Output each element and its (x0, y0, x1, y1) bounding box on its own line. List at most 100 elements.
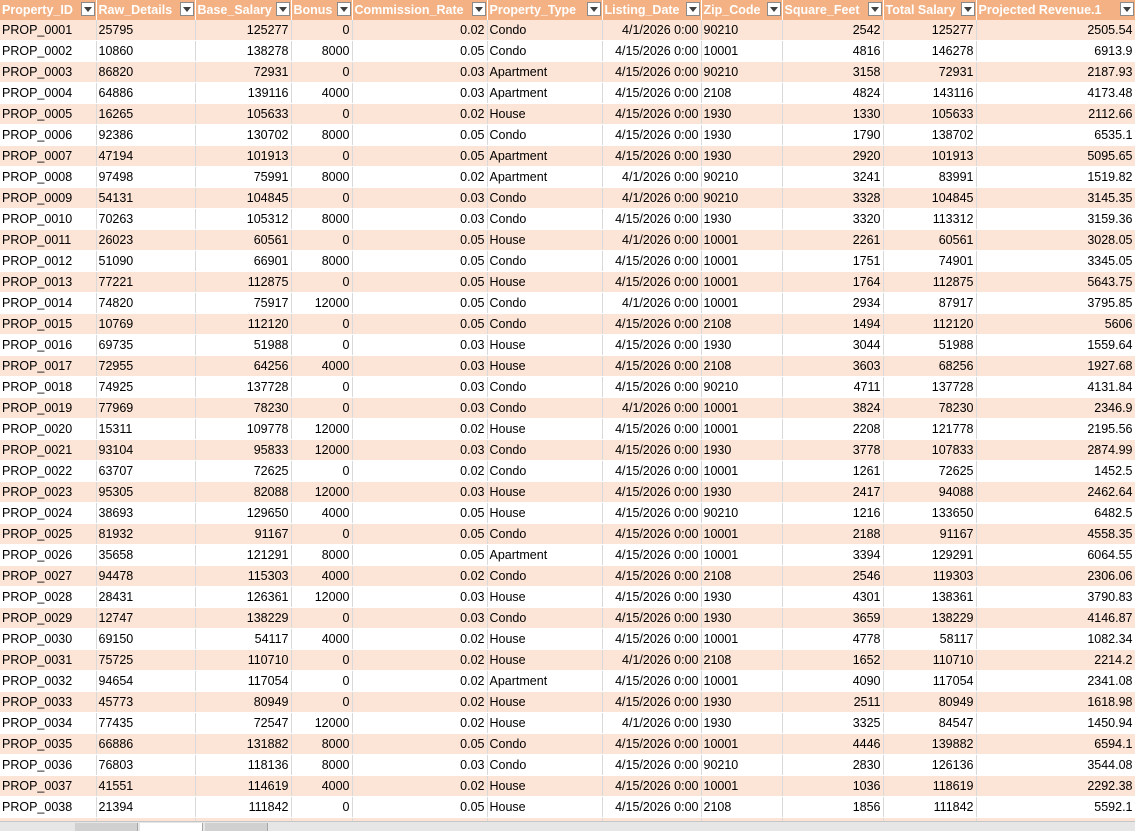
table-cell[interactable]: 0 (291, 103, 353, 125)
table-cell[interactable]: 8000 (291, 733, 353, 755)
table-cell[interactable]: 1790 (782, 124, 884, 146)
table-cell[interactable]: 10001 (701, 40, 783, 62)
table-cell[interactable]: Condo (487, 733, 603, 755)
table-cell[interactable]: 66886 (96, 733, 196, 755)
table-cell[interactable]: 0.03 (352, 61, 488, 83)
table-cell[interactable]: 2292.38 (976, 775, 1135, 797)
table-cell[interactable]: 77969 (96, 397, 196, 419)
table-cell[interactable]: 10860 (96, 40, 196, 62)
table-cell[interactable]: 117054 (195, 670, 292, 692)
table-cell[interactable]: 0.02 (352, 20, 488, 41)
table-cell[interactable]: PROP_0006 (0, 124, 97, 146)
table-cell[interactable]: 4/15/2026 0:00 (602, 754, 702, 776)
table-cell[interactable]: Apartment (487, 544, 603, 566)
table-cell[interactable]: 1930 (701, 439, 783, 461)
table-cell[interactable]: 0.03 (352, 208, 488, 230)
table-cell[interactable]: PROP_0023 (0, 481, 97, 503)
table-cell[interactable]: 138278 (195, 40, 292, 62)
table-cell[interactable]: 10001 (701, 733, 783, 755)
column-header[interactable]: Zip_Code (701, 0, 783, 20)
table-cell[interactable]: 90210 (701, 754, 783, 776)
table-cell[interactable]: 138702 (883, 124, 977, 146)
table-cell[interactable]: 2108 (701, 796, 783, 818)
table-cell[interactable]: House (487, 628, 603, 650)
table-cell[interactable]: 8000 (291, 754, 353, 776)
table-cell[interactable]: House (487, 775, 603, 797)
table-cell[interactable]: 105633 (883, 103, 977, 125)
table-cell[interactable]: 0.03 (352, 439, 488, 461)
table-cell[interactable]: Condo (487, 523, 603, 545)
table-cell[interactable]: 4/15/2026 0:00 (602, 145, 702, 167)
table-cell[interactable]: 114619 (195, 775, 292, 797)
table-cell[interactable]: 139116 (195, 82, 292, 104)
table-cell[interactable]: 72625 (883, 460, 977, 482)
table-cell[interactable]: 94088 (883, 481, 977, 503)
table-cell[interactable]: 6482.5 (976, 502, 1135, 524)
table-cell[interactable]: 0 (291, 523, 353, 545)
filter-dropdown-icon[interactable] (471, 2, 486, 16)
table-cell[interactable]: 2830 (782, 754, 884, 776)
table-cell[interactable]: 91167 (883, 523, 977, 545)
table-cell[interactable]: 4/15/2026 0:00 (602, 439, 702, 461)
table-cell[interactable]: 1764 (782, 271, 884, 293)
table-cell[interactable]: PROP_0013 (0, 271, 97, 293)
table-cell[interactable]: 78230 (195, 397, 292, 419)
table-cell[interactable]: 0.02 (352, 103, 488, 125)
table-cell[interactable]: 101913 (195, 145, 292, 167)
table-cell[interactable]: PROP_0016 (0, 334, 97, 356)
table-cell[interactable]: 0.05 (352, 40, 488, 62)
table-cell[interactable]: 1494 (782, 313, 884, 335)
table-cell[interactable]: 137728 (883, 376, 977, 398)
table-cell[interactable]: 10001 (701, 292, 783, 314)
column-header[interactable]: Projected Revenue.1 (976, 0, 1135, 20)
column-header[interactable]: Property_Type (487, 0, 603, 20)
table-cell[interactable]: 2505.54 (976, 20, 1135, 41)
table-cell[interactable]: Condo (487, 754, 603, 776)
filter-dropdown-icon[interactable] (766, 2, 781, 16)
table-cell[interactable]: 26023 (96, 229, 196, 251)
table-cell[interactable]: 10001 (701, 544, 783, 566)
table-cell[interactable]: 80949 (883, 691, 977, 713)
table-cell[interactable]: 146278 (883, 40, 977, 62)
table-cell[interactable]: 4558.35 (976, 523, 1135, 545)
table-cell[interactable]: 10001 (701, 628, 783, 650)
table-cell[interactable]: PROP_0015 (0, 313, 97, 335)
table-cell[interactable]: PROP_0028 (0, 586, 97, 608)
table-cell[interactable]: 4000 (291, 565, 353, 587)
table-cell[interactable]: 0.05 (352, 124, 488, 146)
table-cell[interactable]: 21394 (96, 796, 196, 818)
table-cell[interactable]: Condo (487, 250, 603, 272)
table-cell[interactable]: 4000 (291, 502, 353, 524)
table-cell[interactable]: PROP_0011 (0, 229, 97, 251)
table-cell[interactable]: 93104 (96, 439, 196, 461)
table-cell[interactable]: 0 (291, 796, 353, 818)
table-cell[interactable]: 10001 (701, 670, 783, 692)
table-cell[interactable]: 4146.87 (976, 607, 1135, 629)
table-cell[interactable]: 0 (291, 61, 353, 83)
table-cell[interactable]: 4/15/2026 0:00 (602, 61, 702, 83)
table-cell[interactable]: 0 (291, 334, 353, 356)
filter-dropdown-icon[interactable] (275, 2, 290, 16)
table-cell[interactable]: 8000 (291, 40, 353, 62)
table-cell[interactable]: House (487, 481, 603, 503)
table-cell[interactable]: 51988 (195, 334, 292, 356)
table-cell[interactable]: 2188 (782, 523, 884, 545)
table-cell[interactable]: PROP_0031 (0, 649, 97, 671)
table-cell[interactable]: 0.05 (352, 229, 488, 251)
table-cell[interactable]: 94478 (96, 565, 196, 587)
table-cell[interactable]: 3044 (782, 334, 884, 356)
table-cell[interactable]: 129650 (195, 502, 292, 524)
table-cell[interactable]: 0.02 (352, 775, 488, 797)
table-cell[interactable]: 12000 (291, 712, 353, 734)
filter-dropdown-icon[interactable] (960, 2, 975, 16)
table-cell[interactable]: Condo (487, 397, 603, 419)
table-cell[interactable]: 58117 (883, 628, 977, 650)
table-cell[interactable]: 91167 (195, 523, 292, 545)
table-cell[interactable]: 0.02 (352, 460, 488, 482)
table-cell[interactable]: 104845 (883, 187, 977, 209)
table-cell[interactable]: PROP_0021 (0, 439, 97, 461)
table-cell[interactable]: 1927.68 (976, 355, 1135, 377)
table-cell[interactable]: 10001 (701, 775, 783, 797)
table-cell[interactable]: PROP_0001 (0, 20, 97, 41)
table-cell[interactable]: 35658 (96, 544, 196, 566)
